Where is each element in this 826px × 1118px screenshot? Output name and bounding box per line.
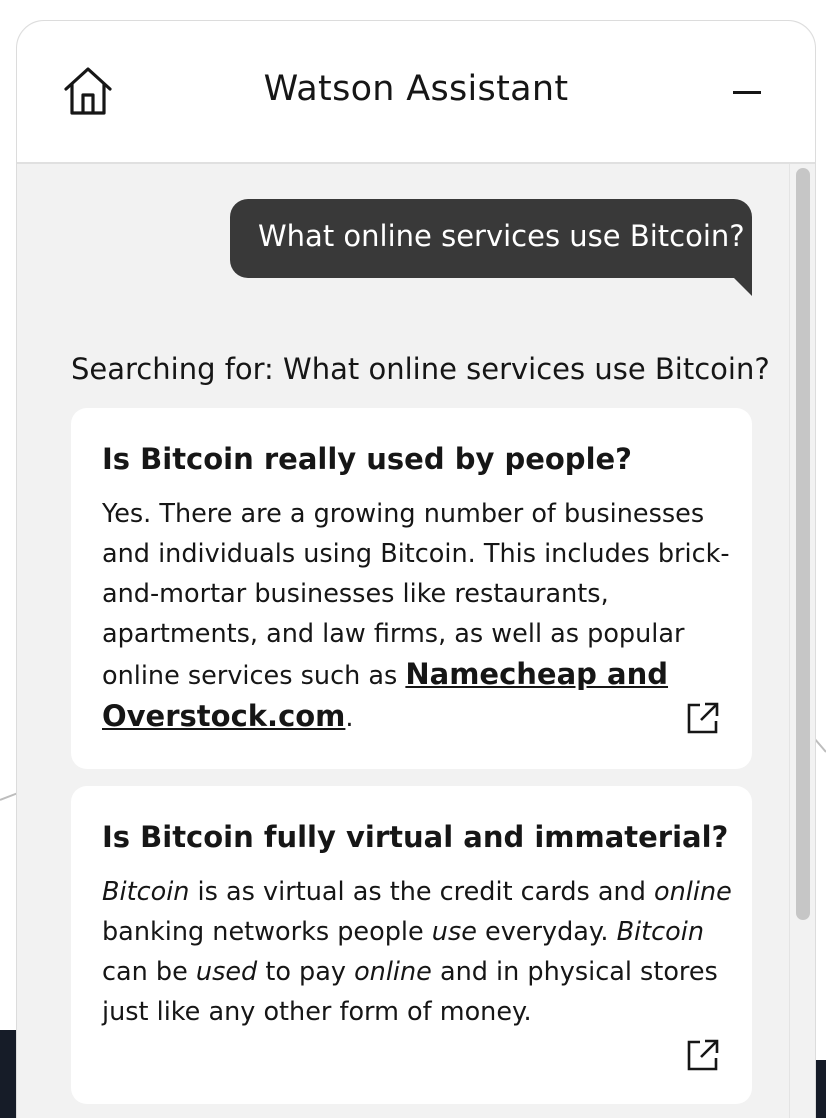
search-result-card: Is Bitcoin really used by people? Yes. T… <box>71 408 752 769</box>
external-link-icon <box>687 1039 719 1071</box>
result-body-segment: to pay <box>257 957 355 987</box>
minimize-icon <box>733 91 761 94</box>
open-result-link-button[interactable] <box>686 1038 720 1072</box>
result-body-segment: Bitcoin <box>616 917 705 947</box>
result-body-segment: Bitcoin <box>102 877 190 907</box>
chat-header: Watson Assistant <box>17 21 815 164</box>
result-body-segment: online <box>654 877 732 907</box>
assistant-chat-window: Watson Assistant What online services us… <box>16 20 816 1118</box>
result-title: Is Bitcoin really used by people? <box>102 442 633 476</box>
result-body-segment: online <box>354 957 432 987</box>
user-message-bubble-tail <box>734 278 752 296</box>
result-body-segment: everyday. <box>476 917 617 947</box>
result-body-segment: is as virtual as the credit cards and <box>189 877 655 907</box>
scrollbar-thumb[interactable] <box>796 168 810 920</box>
search-result-card: Is Bitcoin fully virtual and immaterial?… <box>71 786 752 1104</box>
result-body: Yes. There are a growing number of busin… <box>102 494 732 738</box>
open-result-link-button[interactable] <box>686 701 720 735</box>
assistant-title: Watson Assistant <box>263 69 569 109</box>
result-body: Bitcoin is as virtual as the credit card… <box>102 872 732 1032</box>
result-body-segment: use <box>431 917 477 947</box>
page: Watson Assistant What online services us… <box>0 0 826 1118</box>
user-message-bubble: What online services use Bitcoin? <box>230 199 752 278</box>
result-body-segment: can be <box>102 957 196 987</box>
result-body-segment: used <box>195 957 258 987</box>
minimize-button[interactable] <box>725 73 769 113</box>
result-title: Is Bitcoin fully virtual and immaterial? <box>102 820 729 854</box>
external-link-icon <box>687 702 719 734</box>
search-status-text: Searching for: What online services use … <box>71 352 770 386</box>
scrollbar[interactable] <box>789 164 815 1118</box>
result-body-segment: banking networks people <box>102 917 432 947</box>
result-body-end: . <box>345 703 354 733</box>
